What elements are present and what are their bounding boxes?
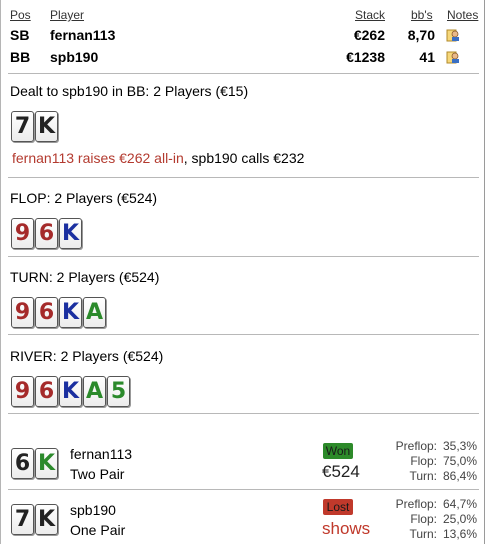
playing-card: K [35,111,58,142]
stat-preflop: Preflop: 35,3% [395,439,477,453]
playing-card: 5 [107,376,130,407]
playing-card: 7 [11,111,34,142]
player-stack: €1238 [346,49,385,65]
player-row-sb: SB fernan113 €262 8,70 [10,27,481,45]
playing-card: A [83,297,106,328]
player-row-bb: BB spb190 €1238 41 [10,49,481,67]
divider [8,489,479,490]
flop-cards: 96K [11,218,82,249]
playing-card: K [59,218,82,249]
col-bbs: bb's [411,8,433,22]
result-player-name[interactable]: spb190 [70,502,116,518]
playing-card: K [35,504,58,535]
call-action: , spb190 calls €232 [183,150,305,166]
col-stack: Stack [355,8,386,22]
won-amount: €524 [322,462,360,481]
result-hand-rank: One Pair [70,522,126,538]
player-name[interactable]: fernan113 [50,27,115,43]
preflop-actions: fernan113 raises €262 all-in, spb190 cal… [12,150,304,166]
won-badge: Won [323,443,353,459]
stat-turn: Turn: 86,4% [409,469,477,483]
player-stack: €262 [353,27,385,43]
showdown-cards-1: 6K [11,448,58,479]
divider [8,413,479,414]
flop-title: FLOP: 2 Players (€524) [10,190,158,206]
playing-card: K [59,297,82,328]
divider [8,334,479,335]
stat-flop: Flop: 75,0% [410,454,477,468]
turn-title: TURN: 2 Players (€524) [10,269,160,285]
player-bbs: 41 [419,49,435,65]
result-player-name[interactable]: fernan113 [70,446,132,462]
playing-card: 6 [35,218,58,249]
player-bbs: 8,70 [407,27,435,43]
player-pos: SB [10,27,30,43]
divider [8,256,479,257]
turn-cards: 96KA [11,297,106,328]
preflop-title: Dealt to spb190 in BB: 2 Players (€15) [10,83,249,99]
col-notes: Notes [447,8,479,22]
stat-flop: Flop: 25,0% [410,512,477,526]
player-pos: BB [10,49,31,65]
result-hand-rank: Two Pair [70,466,125,482]
col-pos: Pos [10,8,31,22]
playing-card: A [83,376,106,407]
shows-label: shows [322,519,371,538]
stat-turn: Turn: 13,6% [409,527,477,541]
river-cards: 96KA5 [11,376,130,407]
playing-card: 9 [11,376,34,407]
player-name[interactable]: spb190 [50,49,98,65]
playing-card: 6 [35,376,58,407]
divider [8,73,479,74]
playing-card: 6 [11,448,34,479]
lost-badge: Lost [323,499,353,515]
hole-cards: 7K [11,111,58,142]
col-player: Player [50,8,85,22]
playing-card: 7 [11,504,34,535]
playing-card: 9 [11,218,34,249]
river-title: RIVER: 2 Players (€524) [10,348,164,364]
equity-stats-2: Preflop: 64,7% Flop: 25,0% Turn: 13,6% [383,497,477,542]
divider [8,177,479,178]
playing-card: 9 [11,297,34,328]
playing-card: K [59,376,82,407]
playing-card: 6 [35,297,58,328]
stat-preflop: Preflop: 64,7% [395,497,477,511]
notes-icon[interactable] [446,50,460,64]
notes-icon[interactable] [446,28,460,42]
raise-action: fernan113 raises €262 all-in [12,150,184,166]
playing-card: K [35,448,58,479]
showdown-cards-2: 7K [11,504,58,535]
player-table-header: Pos Player Stack bb's Notes [10,8,481,26]
equity-stats-1: Preflop: 35,3% Flop: 75,0% Turn: 86,4% [383,439,477,484]
